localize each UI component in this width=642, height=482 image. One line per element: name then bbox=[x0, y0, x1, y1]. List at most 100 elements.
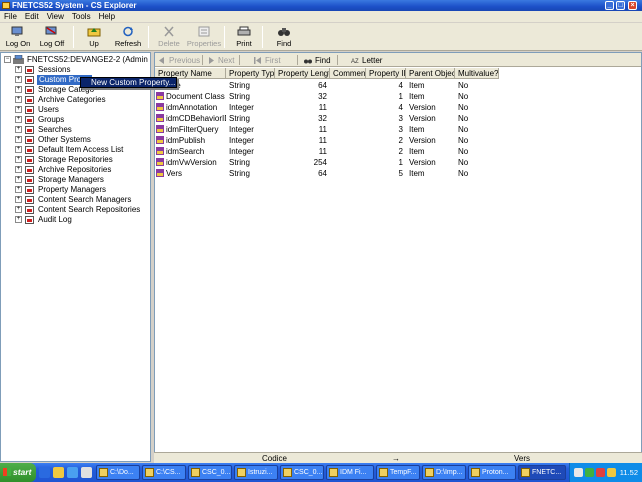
cell-multivalue: No bbox=[458, 136, 469, 145]
menu-view[interactable]: View bbox=[43, 11, 68, 22]
expand-icon[interactable]: + bbox=[15, 156, 22, 163]
tree-item-label: Sessions bbox=[38, 65, 71, 74]
cell-property-type: Integer bbox=[229, 103, 254, 112]
menu-edit[interactable]: Edit bbox=[21, 11, 43, 22]
close-button[interactable]: × bbox=[628, 1, 637, 10]
expand-icon[interactable]: + bbox=[15, 196, 22, 203]
cell-parent-object: Version bbox=[409, 103, 436, 112]
task-button[interactable]: Istruzi... bbox=[234, 465, 278, 480]
cell-property-id: 4 bbox=[398, 81, 403, 90]
task-button[interactable]: TempF... bbox=[376, 465, 420, 480]
task-button[interactable]: CSC_0... bbox=[280, 465, 324, 480]
task-button[interactable]: Proton... bbox=[468, 465, 516, 480]
expand-icon[interactable]: + bbox=[15, 106, 22, 113]
minimize-button[interactable]: _ bbox=[605, 1, 614, 10]
nav-find-button[interactable]: Find bbox=[303, 55, 331, 66]
column-header-property-length[interactable]: Property Length bbox=[275, 68, 330, 79]
task-button[interactable]: IDM Fi... bbox=[326, 465, 374, 480]
expand-icon[interactable]: + bbox=[15, 86, 22, 93]
previous-button[interactable]: Previous bbox=[157, 55, 200, 66]
tree-pane[interactable]: − FNETCS52:DEVANGE2-2 (Admin - Admin + Se… bbox=[0, 52, 151, 462]
expand-icon[interactable]: + bbox=[15, 126, 22, 133]
table-row[interactable]: dice String 64 4 Item No bbox=[155, 80, 499, 91]
expand-icon[interactable]: + bbox=[15, 96, 22, 103]
tray-network-icon[interactable] bbox=[585, 468, 594, 477]
cell-parent-object: Version bbox=[409, 136, 436, 145]
document-icon bbox=[237, 468, 246, 477]
task-button[interactable]: C:\Do... bbox=[96, 465, 140, 480]
logoff-button[interactable]: Log Off bbox=[34, 24, 70, 50]
expand-icon[interactable]: + bbox=[15, 76, 22, 83]
task-button[interactable]: CSC_0... bbox=[188, 465, 232, 480]
menu-file[interactable]: File bbox=[0, 11, 21, 22]
column-header-multivalue[interactable]: Multivalue? bbox=[455, 68, 499, 79]
next-button[interactable]: Next bbox=[206, 55, 234, 66]
table-row[interactable]: idmSearch Integer 11 2 Item No bbox=[155, 146, 499, 157]
desktop-icon[interactable] bbox=[81, 467, 92, 478]
column-header-parent-object[interactable]: Parent Object bbox=[406, 68, 455, 79]
print-button[interactable]: Print bbox=[226, 24, 262, 50]
table-row[interactable]: idmFilterQuery Integer 11 3 Item No bbox=[155, 124, 499, 135]
task-button[interactable]: C:\CS... bbox=[142, 465, 186, 480]
expand-icon[interactable]: + bbox=[15, 186, 22, 193]
expand-icon[interactable]: + bbox=[15, 116, 22, 123]
start-button[interactable]: start bbox=[0, 463, 36, 482]
delete-button[interactable]: Delete bbox=[151, 24, 187, 50]
refresh-button[interactable]: Refresh bbox=[110, 24, 146, 50]
expand-icon[interactable]: + bbox=[15, 136, 22, 143]
column-header-property-type[interactable]: Property Type bbox=[226, 68, 275, 79]
tree-item-label: Archive Categories bbox=[38, 95, 106, 104]
next-icon bbox=[209, 57, 214, 64]
menu-help[interactable]: Help bbox=[95, 11, 119, 22]
table-row[interactable]: idmPublish Integer 11 2 Version No bbox=[155, 135, 499, 146]
expand-icon[interactable]: + bbox=[15, 146, 22, 153]
cell-property-length: 32 bbox=[318, 114, 327, 123]
folder-up-icon bbox=[87, 28, 101, 37]
task-button[interactable]: D:\Imp... bbox=[422, 465, 466, 480]
collapse-icon[interactable]: − bbox=[4, 56, 11, 63]
tray-volume-icon[interactable] bbox=[607, 468, 616, 477]
table-row[interactable]: idmVwVersion String 254 1 Version No bbox=[155, 157, 499, 168]
expand-icon[interactable]: + bbox=[15, 206, 22, 213]
cell-parent-object: Item bbox=[409, 125, 425, 134]
expand-icon[interactable]: + bbox=[15, 66, 22, 73]
up-button[interactable]: Up bbox=[76, 24, 112, 50]
logon-button[interactable]: Log On bbox=[0, 24, 36, 50]
cell-property-type: String bbox=[229, 169, 250, 178]
storage-categories-icon bbox=[25, 86, 34, 94]
cell-multivalue: No bbox=[458, 125, 469, 134]
properties-button[interactable]: Properties bbox=[186, 24, 222, 50]
tray-chevron-icon[interactable] bbox=[574, 468, 583, 477]
app-icon bbox=[283, 468, 292, 477]
expand-icon[interactable]: + bbox=[15, 166, 22, 173]
outlook-icon[interactable] bbox=[67, 467, 78, 478]
property-icon bbox=[156, 114, 164, 122]
expand-icon[interactable]: + bbox=[15, 176, 22, 183]
folder-icon bbox=[99, 468, 108, 477]
maximize-button[interactable]: □ bbox=[616, 1, 625, 10]
menu-tools[interactable]: Tools bbox=[68, 11, 95, 22]
column-header-property-id[interactable]: Property ID bbox=[366, 68, 406, 79]
letter-button[interactable]: AZ Letter bbox=[350, 55, 382, 66]
property-icon bbox=[156, 136, 164, 144]
access-list-icon bbox=[25, 146, 34, 154]
table-row[interactable]: Vers String 64 5 Item No bbox=[155, 168, 499, 179]
column-header-comment[interactable]: Comment bbox=[330, 68, 366, 79]
find-button[interactable]: Find bbox=[266, 24, 302, 50]
tray-security-icon[interactable] bbox=[596, 468, 605, 477]
first-button[interactable]: First bbox=[253, 55, 281, 66]
ie-icon[interactable] bbox=[39, 467, 50, 478]
table-row[interactable]: idmAnnotation Integer 11 4 Version No bbox=[155, 102, 499, 113]
window-title: FNETCS52 System - CS Explorer bbox=[12, 1, 137, 10]
first-label: First bbox=[265, 56, 281, 65]
context-menu-new-custom-property[interactable]: New Custom Property... bbox=[80, 77, 177, 88]
explorer-icon[interactable] bbox=[53, 467, 64, 478]
expand-icon[interactable]: + bbox=[15, 216, 22, 223]
cell-comment bbox=[333, 91, 366, 102]
table-row[interactable]: Document Class String 32 1 Item No bbox=[155, 91, 499, 102]
tree-item-label: Searches bbox=[38, 125, 72, 134]
table-row[interactable]: idmCDBehaviorID String 32 3 Version No bbox=[155, 113, 499, 124]
task-button-active[interactable]: FNETC... bbox=[518, 465, 566, 480]
printer-icon bbox=[237, 26, 251, 36]
tree-item-label: Content Search Repositories bbox=[38, 205, 141, 214]
